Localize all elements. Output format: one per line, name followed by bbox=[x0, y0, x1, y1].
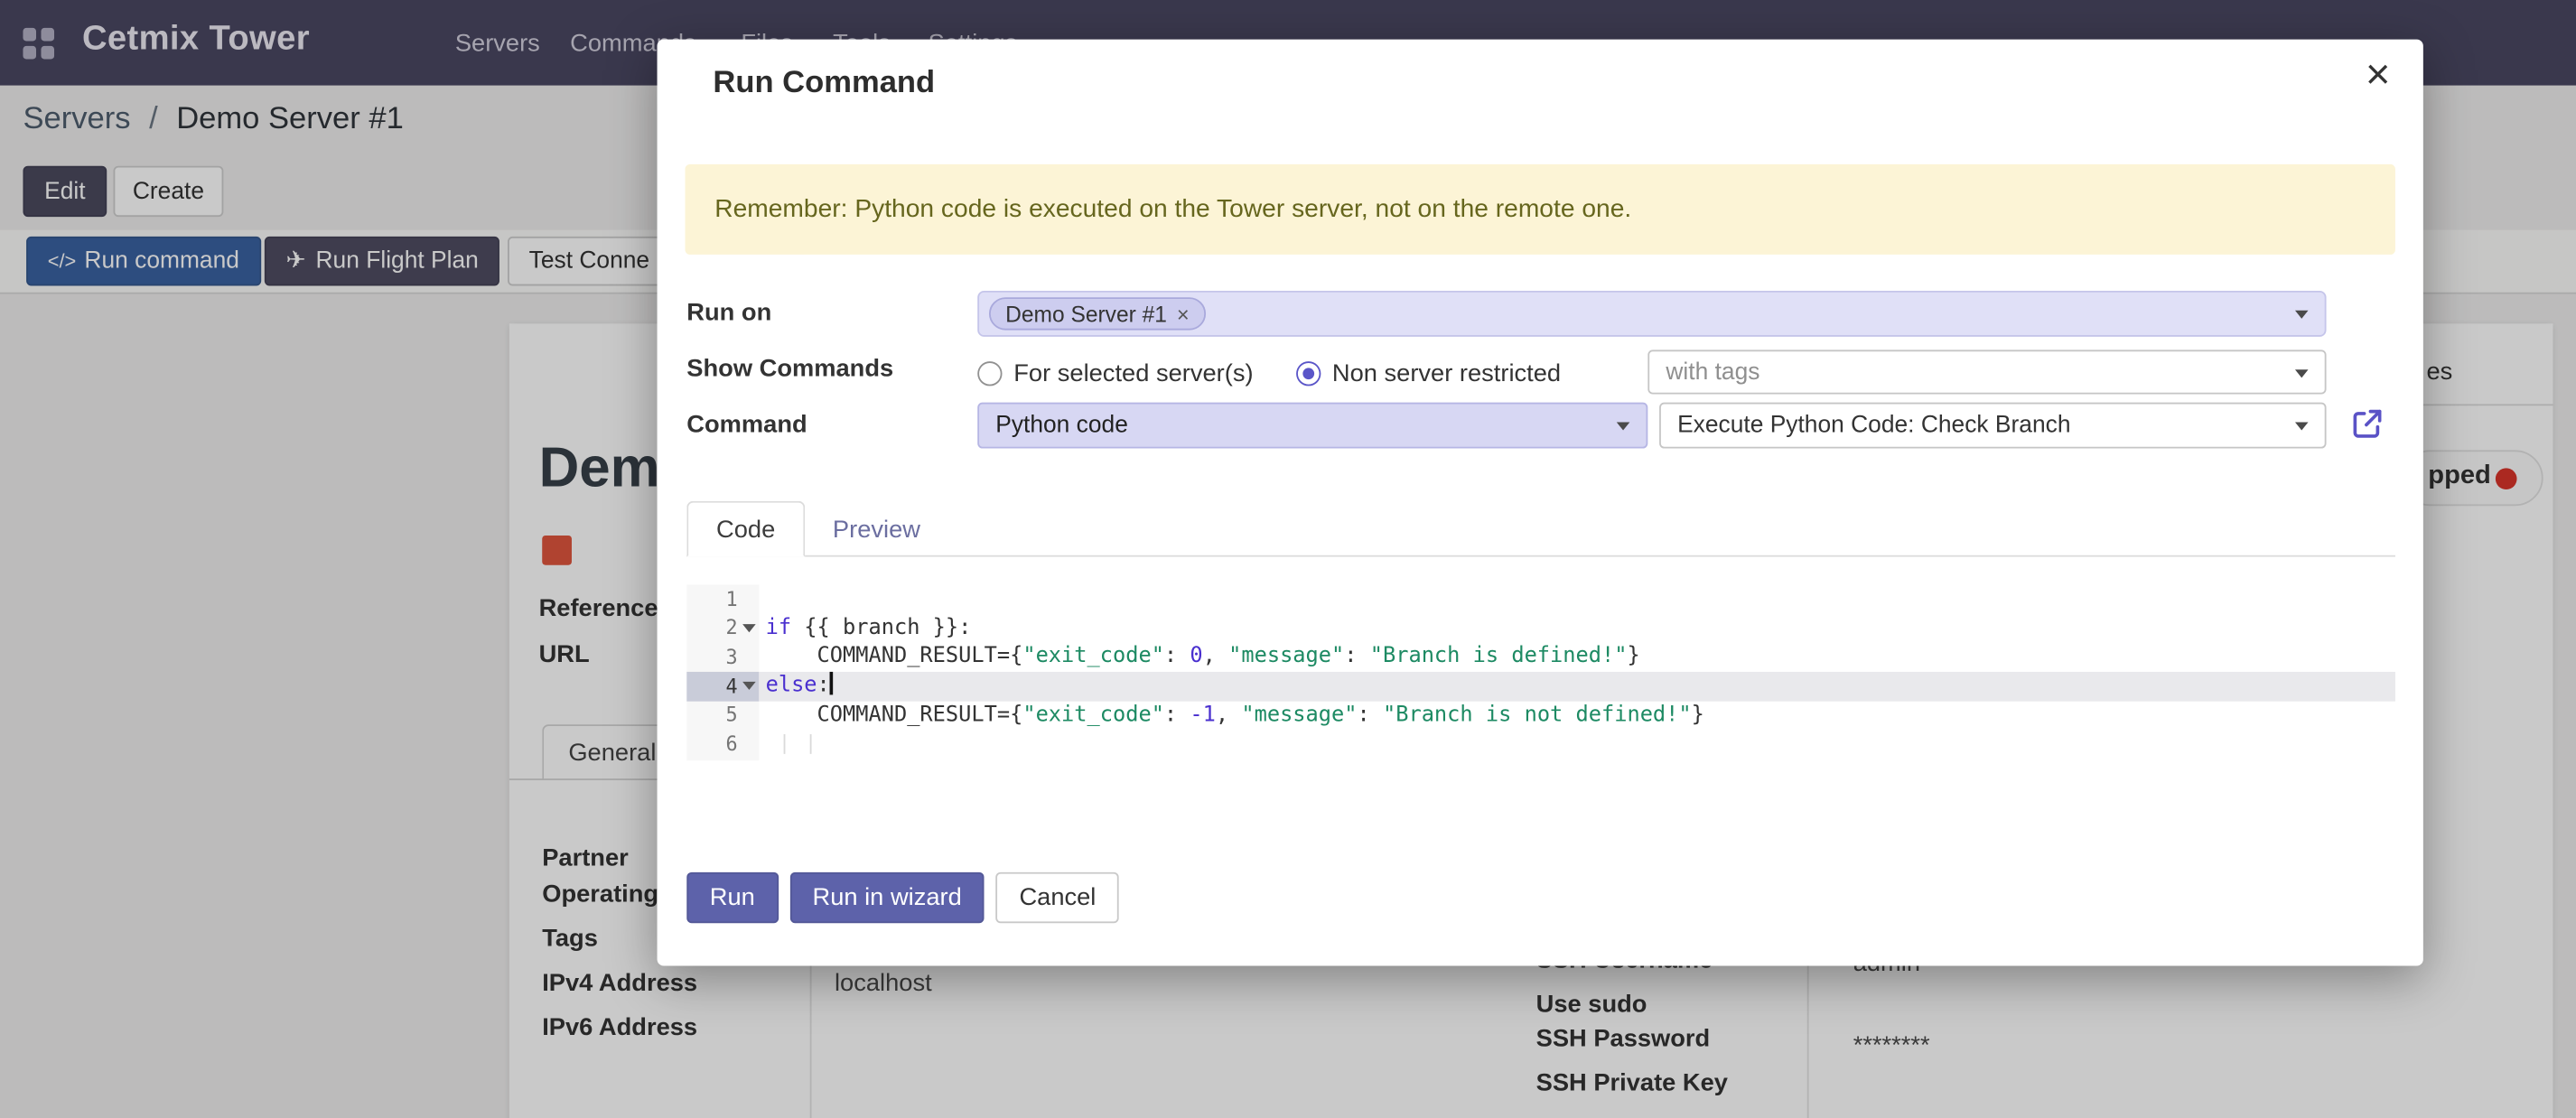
tab-code[interactable]: Code bbox=[686, 501, 805, 557]
editor-gutter: 123456 bbox=[686, 585, 759, 761]
screen: Cetmix Tower Servers Commands Files Tool… bbox=[0, 0, 2576, 1118]
code-line: if {{ branch }}: bbox=[759, 614, 2395, 643]
run-on-label: Run on bbox=[686, 299, 771, 327]
chevron-down-icon bbox=[2295, 368, 2309, 377]
with-tags-select[interactable]: with tags bbox=[1647, 349, 2326, 394]
run-on-field[interactable]: Demo Server #1 × bbox=[977, 291, 2326, 337]
editor-tabbar: Code Preview bbox=[686, 498, 2395, 556]
server-tag[interactable]: Demo Server #1 × bbox=[989, 297, 1206, 330]
command-select[interactable]: Execute Python Code: Check Branch bbox=[1659, 403, 2326, 449]
code-line: else: bbox=[759, 672, 2395, 701]
run-button[interactable]: Run bbox=[686, 872, 778, 923]
show-commands-radios: For selected server(s) Non server restri… bbox=[977, 351, 1561, 396]
code-line: COMMAND_RESULT={"exit_code": 0, "message… bbox=[759, 643, 2395, 672]
run-command-dialog: Run Command × Remember: Python code is e… bbox=[658, 40, 2423, 966]
chevron-down-icon bbox=[2295, 422, 2309, 430]
editor-lines: if {{ branch }}: COMMAND_RESULT={"exit_c… bbox=[759, 585, 2395, 761]
radio-selected-servers[interactable]: For selected server(s) bbox=[977, 359, 1253, 387]
python-warning-alert: Remember: Python code is executed on the… bbox=[685, 164, 2394, 255]
run-in-wizard-button[interactable]: Run in wizard bbox=[789, 872, 985, 923]
text-cursor bbox=[830, 672, 834, 694]
chevron-down-icon bbox=[1617, 422, 1630, 430]
close-icon[interactable]: × bbox=[2366, 50, 2391, 101]
command-type-select[interactable]: Python code bbox=[977, 403, 1647, 449]
indent-guide bbox=[810, 735, 812, 755]
tab-preview[interactable]: Preview bbox=[805, 501, 948, 557]
code-editor[interactable]: 123456 if {{ branch }}: COMMAND_RESULT={… bbox=[686, 585, 2395, 761]
radio-circle-checked[interactable] bbox=[1296, 361, 1321, 386]
dialog-footer: Run Run in wizard Cancel bbox=[686, 872, 1119, 923]
show-commands-label: Show Commands bbox=[686, 355, 893, 383]
remove-tag-icon[interactable]: × bbox=[1177, 302, 1190, 326]
chevron-down-icon bbox=[2295, 311, 2309, 319]
command-label: Command bbox=[686, 411, 807, 439]
dialog-title: Run Command bbox=[713, 66, 935, 102]
code-line bbox=[759, 730, 2395, 759]
code-line bbox=[759, 585, 2395, 614]
fold-spacer bbox=[742, 738, 756, 751]
stage: Cetmix Tower Servers Commands Files Tool… bbox=[0, 0, 2576, 1118]
fold-arrow-icon[interactable] bbox=[742, 624, 756, 632]
radio-non-server-restricted[interactable]: Non server restricted bbox=[1296, 359, 1561, 387]
fold-spacer bbox=[742, 651, 756, 665]
radio-circle-unchecked[interactable] bbox=[977, 361, 1002, 386]
external-link-icon[interactable] bbox=[2351, 407, 2384, 440]
fold-spacer bbox=[742, 592, 756, 606]
cancel-button[interactable]: Cancel bbox=[996, 872, 1119, 923]
fold-spacer bbox=[742, 709, 756, 722]
indent-guide bbox=[784, 735, 786, 755]
code-line: COMMAND_RESULT={"exit_code": -1, "messag… bbox=[759, 701, 2395, 730]
fold-arrow-icon[interactable] bbox=[742, 682, 756, 690]
